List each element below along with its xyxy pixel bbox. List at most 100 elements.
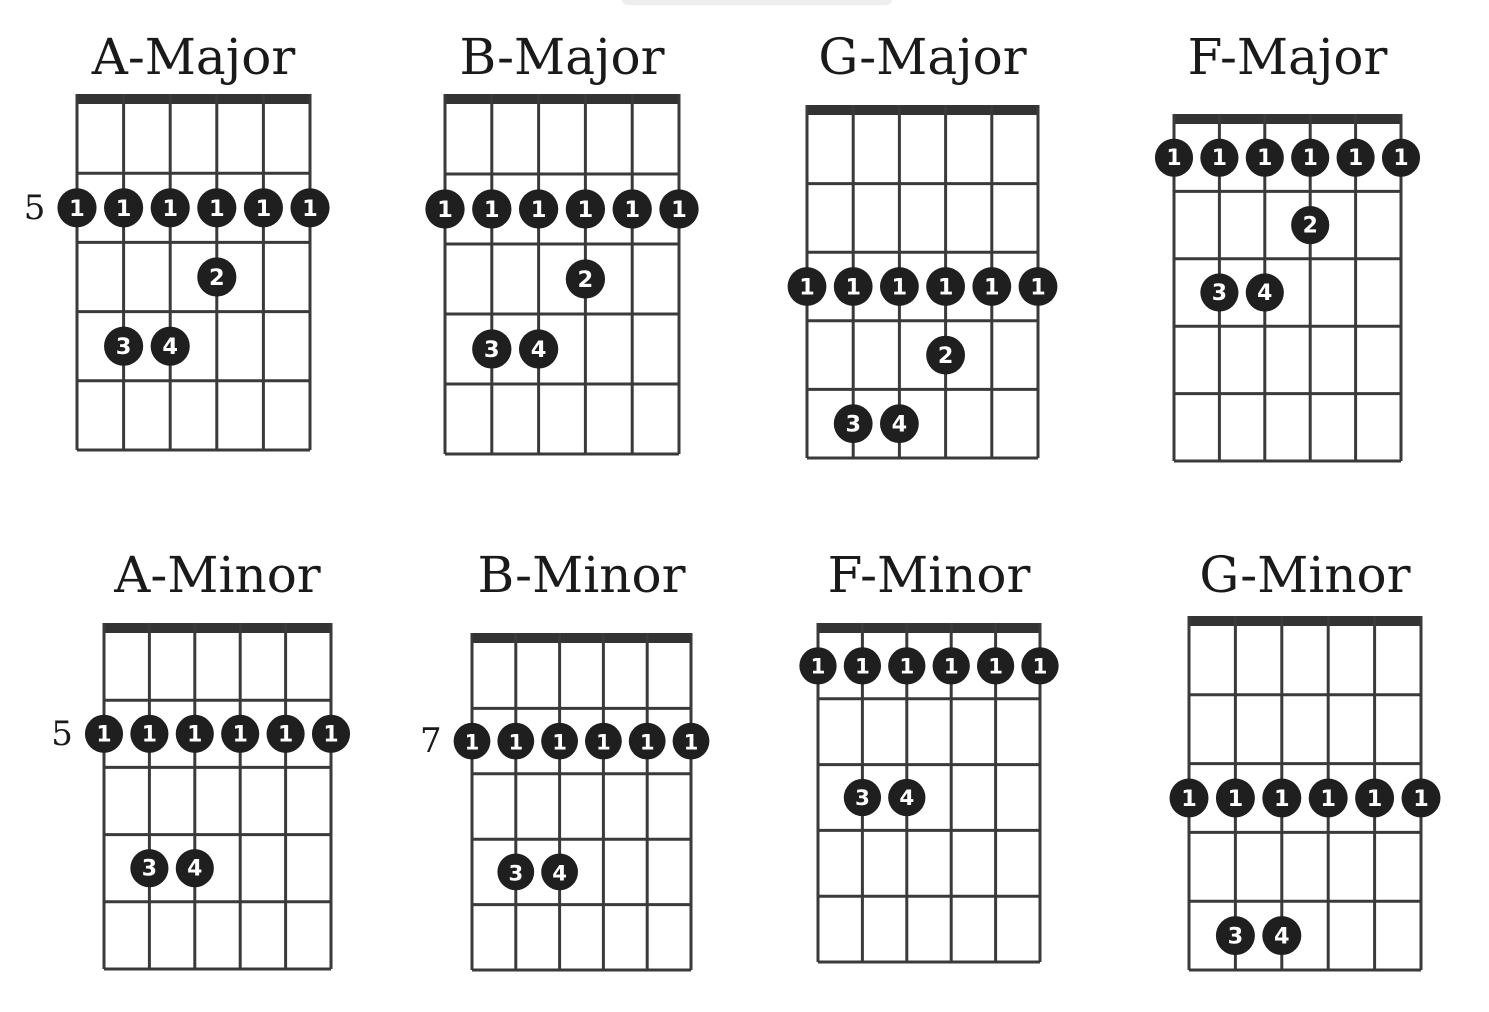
chord-chart-b-minor: B-Minor 711111134 (420, 550, 710, 972)
chord-title: F-Minor (827, 546, 1031, 604)
finger-number: 1 (508, 730, 523, 755)
finger-dot: 1 (628, 722, 666, 760)
finger-dot: 1 (787, 267, 827, 306)
finger-dot: 1 (565, 189, 606, 229)
chord-title: F-Major (1187, 28, 1388, 86)
finger-dot: 3 (843, 778, 882, 817)
fret-position-label: 7 (420, 721, 442, 761)
finger-number: 1 (142, 722, 157, 747)
finger-number: 1 (1413, 786, 1429, 812)
finger-number: 1 (640, 730, 655, 755)
nut-bar (77, 94, 310, 104)
finger-dot: 1 (266, 714, 305, 753)
nut-bar (818, 623, 1040, 633)
finger-dot: 1 (1262, 778, 1302, 818)
finger-dot: 4 (518, 329, 559, 369)
nut-bar (104, 623, 331, 633)
finger-dot: 1 (57, 188, 97, 228)
finger-number: 1 (233, 722, 248, 747)
finger-dot: 2 (1291, 206, 1330, 245)
finger-number: 4 (531, 337, 547, 363)
finger-dot: 1 (672, 722, 710, 760)
finger-dot: 1 (518, 189, 559, 229)
finger-dot: 1 (888, 647, 926, 685)
finger-dot: 4 (888, 778, 926, 817)
chord-diagram: 5 1 1 1 1 1 123 4 (24, 94, 330, 452)
finger-dot: 1 (932, 647, 970, 685)
finger-dot: 1 (290, 188, 330, 228)
nut-bar (472, 633, 691, 643)
finger-dot: 1 (104, 188, 144, 228)
finger-number: 1 (596, 730, 611, 755)
finger-number: 1 (323, 722, 338, 747)
finger-number: 1 (944, 654, 959, 679)
finger-number: 1 (811, 654, 826, 679)
finger-dot: 3 (497, 853, 535, 891)
chord-chart-g-major: G-Major 111111234 (787, 32, 1058, 460)
finger-number: 1 (1212, 146, 1227, 171)
finger-dot: 3 (833, 404, 873, 444)
chord-diagram: 1 1 1 1 1 1 3 4 (799, 623, 1059, 964)
finger-dot: 1 (472, 189, 512, 229)
finger-dot: 4 (1245, 273, 1284, 312)
finger-dot: 3 (104, 326, 144, 366)
finger-number: 4 (162, 334, 178, 360)
finger-number: 3 (484, 337, 500, 363)
nut-bar (807, 105, 1038, 115)
chord-chart-f-minor: F-Minor 11111134 (799, 550, 1059, 964)
finger-dot: 4 (879, 404, 919, 444)
finger-number: 1 (1274, 786, 1290, 812)
finger-number: 3 (845, 412, 861, 438)
finger-number: 1 (1257, 146, 1272, 171)
finger-number: 3 (855, 786, 870, 811)
finger-dot: 2 (565, 259, 606, 299)
finger-number: 1 (984, 275, 1000, 301)
finger-dot: 1 (84, 714, 124, 753)
finger-dot: 1 (175, 714, 214, 753)
finger-number: 1 (845, 275, 861, 301)
chord-title: A-Minor (114, 546, 321, 604)
finger-dot: 2 (197, 257, 237, 297)
finger-number: 1 (671, 197, 687, 223)
finger-number: 4 (892, 412, 908, 438)
finger-number: 1 (684, 730, 699, 755)
finger-dot: 1 (799, 647, 837, 685)
finger-number: 4 (1274, 924, 1290, 950)
finger-dot: 3 (1200, 273, 1239, 312)
finger-number: 4 (899, 786, 914, 811)
finger-dot: 1 (497, 722, 535, 760)
finger-dot: 3 (472, 329, 512, 369)
finger-dot: 1 (976, 647, 1015, 685)
finger-number: 1 (892, 275, 908, 301)
finger-number: 1 (624, 197, 640, 223)
finger-number: 3 (116, 334, 132, 360)
chord-diagram: 5 1 1 1 1 1 13 4 (51, 623, 351, 971)
finger-number: 1 (465, 730, 480, 755)
finger-number: 1 (988, 654, 1003, 679)
chord-title: B-Major (459, 28, 665, 86)
finger-dot: 1 (1018, 267, 1058, 306)
finger-dot: 1 (585, 722, 622, 760)
finger-number: 2 (938, 343, 954, 369)
finger-dot: 1 (1169, 778, 1209, 818)
finger-number: 1 (116, 196, 132, 222)
fret-position-label: 5 (51, 714, 73, 754)
finger-number: 1 (256, 196, 272, 222)
finger-number: 1 (69, 196, 85, 222)
chord-title: G-Major (818, 28, 1027, 86)
finger-number: 2 (1303, 214, 1318, 239)
finger-number: 3 (1228, 924, 1244, 950)
finger-number: 1 (1320, 786, 1336, 812)
finger-number: 3 (142, 857, 157, 882)
top-tab (622, 0, 892, 5)
finger-dot: 1 (221, 714, 260, 753)
chord-chart-b-major: B-Major 111111234 (425, 32, 699, 456)
finger-number: 3 (508, 860, 523, 885)
chord-chart-a-major: A-Major 5111111234 (24, 32, 330, 452)
finger-dot: 4 (150, 326, 190, 366)
finger-dot: 1 (1336, 138, 1375, 177)
finger-dot: 1 (541, 722, 578, 760)
finger-dot: 1 (311, 714, 351, 753)
finger-number: 1 (484, 197, 500, 223)
finger-number: 1 (938, 275, 954, 301)
